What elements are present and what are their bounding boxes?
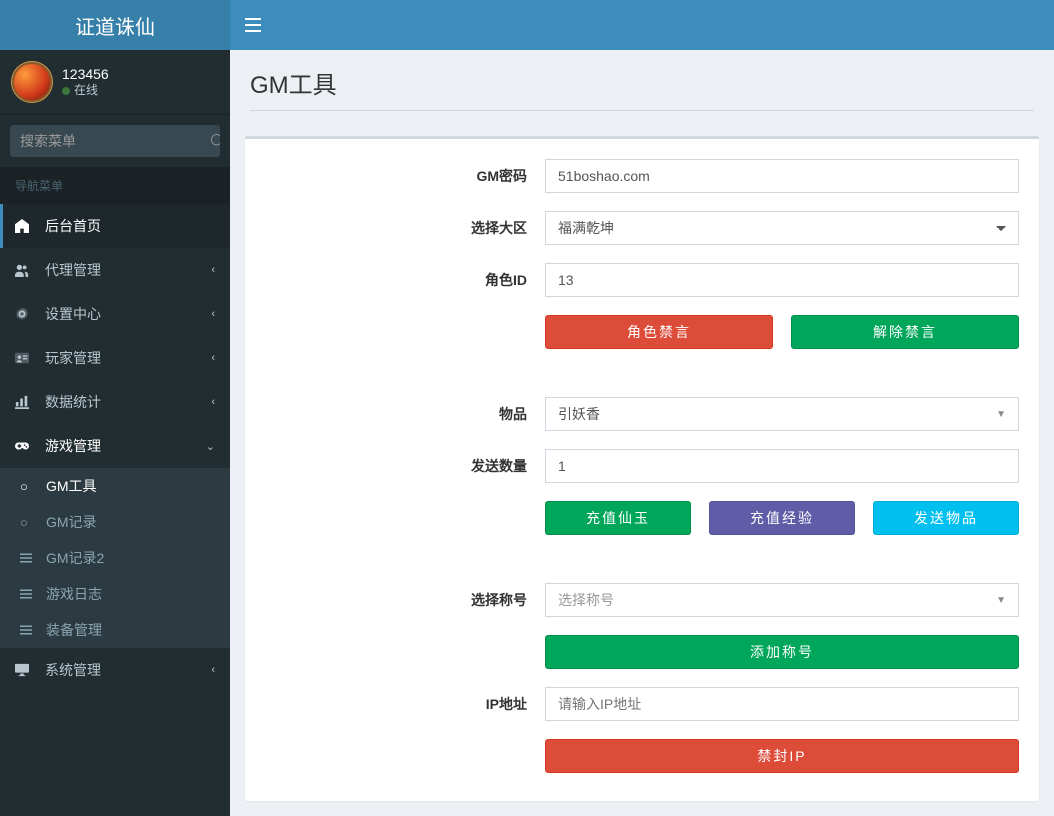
home-icon [15,219,35,233]
recharge-jade-button[interactable]: 充值仙玉 [545,501,691,535]
label-gm-password: GM密码 [265,166,545,186]
nav-settings[interactable]: 设置中心 ‹ [0,292,230,336]
user-status: 在线 [62,83,109,99]
users-icon [15,263,35,277]
unban-speak-button[interactable]: 解除禁言 [791,315,1019,349]
title-placeholder: 选择称号 [558,590,614,610]
nav-system[interactable]: 系统管理 ‹ [0,648,230,692]
add-title-button[interactable]: 添加称号 [545,635,1019,669]
item-selected-value: 引妖香 [558,404,600,424]
sub-gm-record[interactable]: ○ GM记录 [0,504,230,540]
search-button[interactable] [211,125,220,157]
chevron-left-icon: ‹ [211,352,215,364]
chart-icon [15,395,35,409]
list-icon [20,552,38,564]
main: GM工具 GM密码 选择大区 福满乾坤 [230,0,1054,816]
chevron-left-icon: ‹ [211,308,215,320]
region-select[interactable]: 福满乾坤 [545,211,1019,245]
hamburger-button[interactable] [245,18,261,32]
id-card-icon [15,351,35,365]
role-id-input[interactable] [545,263,1019,297]
nav-players[interactable]: 玩家管理 ‹ [0,336,230,380]
user-panel: 123456 在线 [0,50,230,115]
nav-stats[interactable]: 数据统计 ‹ [0,380,230,424]
list-icon [20,624,38,636]
topbar [230,0,1054,50]
status-dot-icon [62,87,70,95]
label-item: 物品 [265,404,545,424]
search-input[interactable] [10,125,211,157]
nav-home[interactable]: 后台首页 [0,204,230,248]
content-header: GM工具 [230,50,1054,121]
caret-down-icon: ▼ [996,409,1006,420]
send-qty-input[interactable] [545,449,1019,483]
label-title-select: 选择称号 [265,590,545,610]
content: GM密码 选择大区 福满乾坤 角色ID [230,121,1054,816]
form-box: GM密码 选择大区 福满乾坤 角色ID [245,136,1039,801]
hamburger-icon [245,18,261,32]
label-region: 选择大区 [265,218,545,238]
ban-ip-button[interactable]: 禁封IP [545,739,1019,773]
nav-header: 导航菜单 [0,167,230,204]
circle-o-icon: ○ [20,479,38,494]
label-send-qty: 发送数量 [265,456,545,476]
sub-gm-record2[interactable]: GM记录2 [0,540,230,576]
ip-input[interactable] [545,687,1019,721]
nav-agent[interactable]: 代理管理 ‹ [0,248,230,292]
nav-list: 后台首页 代理管理 ‹ 设置中心 ‹ 玩家管理 [0,204,230,692]
label-ip: IP地址 [265,694,545,714]
sub-equip[interactable]: 装备管理 [0,612,230,648]
user-name: 123456 [62,65,109,83]
ban-speak-button[interactable]: 角色禁言 [545,315,773,349]
divider [250,110,1034,111]
title-select[interactable]: 选择称号 ▼ [545,583,1019,617]
sub-gm-tool[interactable]: ○ GM工具 [0,468,230,504]
gamepad-icon [15,439,35,453]
circle-o-icon: ○ [20,515,38,530]
send-item-button[interactable]: 发送物品 [873,501,1019,535]
list-icon [20,588,38,600]
search-icon [211,134,220,148]
chevron-left-icon: ‹ [211,264,215,276]
chevron-left-icon: ‹ [211,664,215,676]
chevron-down-icon: ⌄ [206,440,215,453]
nav-game[interactable]: 游戏管理 ⌄ [0,424,230,468]
desktop-icon [15,663,35,677]
nav-game-submenu: ○ GM工具 ○ GM记录 GM记录2 游戏日志 [0,468,230,648]
avatar[interactable] [12,62,52,102]
sidebar-search [0,115,230,167]
recharge-exp-button[interactable]: 充值经验 [709,501,855,535]
item-select[interactable]: 引妖香 ▼ [545,397,1019,431]
label-role-id: 角色ID [265,270,545,290]
sub-game-log[interactable]: 游戏日志 [0,576,230,612]
chevron-left-icon: ‹ [211,396,215,408]
gears-icon [15,307,35,321]
sidebar: 证道诛仙 123456 在线 导航菜单 [0,0,230,816]
caret-down-icon: ▼ [996,595,1006,606]
page-title: GM工具 [250,65,1034,100]
gm-password-input[interactable] [545,159,1019,193]
brand-logo: 证道诛仙 [0,0,230,50]
